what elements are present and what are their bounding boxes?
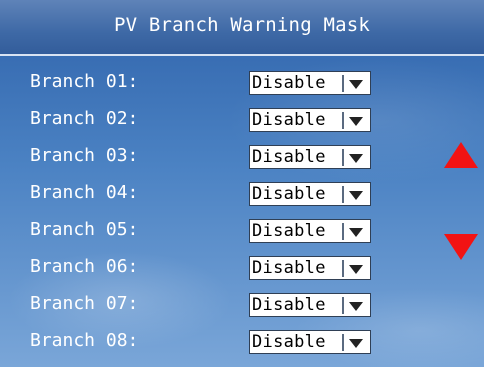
branch-03-select[interactable]: Disable bbox=[249, 145, 371, 169]
branch-label: Branch 02: bbox=[30, 108, 139, 129]
select-divider bbox=[342, 112, 344, 129]
select-divider bbox=[342, 149, 344, 166]
chevron-down-icon[interactable] bbox=[349, 154, 363, 163]
branch-row-05: Branch 05: Disable bbox=[0, 212, 484, 246]
select-divider bbox=[342, 297, 344, 314]
scroll-up-icon[interactable] bbox=[444, 142, 478, 168]
chevron-down-icon[interactable] bbox=[349, 228, 363, 237]
select-divider bbox=[342, 75, 344, 92]
branch-label: Branch 08: bbox=[30, 330, 139, 351]
chevron-down-icon[interactable] bbox=[349, 191, 363, 200]
title-bar: PV Branch Warning Mask bbox=[0, 0, 484, 56]
branch-label: Branch 05: bbox=[30, 219, 139, 240]
branch-label: Branch 01: bbox=[30, 71, 139, 92]
select-value: Disable bbox=[252, 332, 326, 352]
chevron-down-icon[interactable] bbox=[349, 80, 363, 89]
select-value: Disable bbox=[252, 73, 326, 93]
branch-row-01: Branch 01: Disable bbox=[0, 64, 484, 98]
branch-01-select[interactable]: Disable bbox=[249, 71, 371, 95]
chevron-down-icon[interactable] bbox=[349, 339, 363, 348]
branch-row-08: Branch 08: Disable bbox=[0, 323, 484, 357]
select-value: Disable bbox=[252, 221, 326, 241]
branch-row-04: Branch 04: Disable bbox=[0, 175, 484, 209]
select-divider bbox=[342, 334, 344, 351]
chevron-down-icon[interactable] bbox=[349, 265, 363, 274]
select-value: Disable bbox=[252, 147, 326, 167]
branch-row-03: Branch 03: Disable bbox=[0, 138, 484, 172]
branch-row-06: Branch 06: Disable bbox=[0, 249, 484, 283]
chevron-down-icon[interactable] bbox=[349, 302, 363, 311]
branch-row-02: Branch 02: Disable bbox=[0, 101, 484, 135]
branch-05-select[interactable]: Disable bbox=[249, 219, 371, 243]
page-title: PV Branch Warning Mask bbox=[113, 14, 371, 36]
select-divider bbox=[342, 260, 344, 277]
branch-04-select[interactable]: Disable bbox=[249, 182, 371, 206]
branch-08-select[interactable]: Disable bbox=[249, 330, 371, 354]
branch-07-select[interactable]: Disable bbox=[249, 293, 371, 317]
scroll-down-icon[interactable] bbox=[444, 234, 478, 260]
screen: PV Branch Warning Mask Branch 01: Disabl… bbox=[0, 0, 484, 367]
select-divider bbox=[342, 223, 344, 240]
select-value: Disable bbox=[252, 258, 326, 278]
select-value: Disable bbox=[252, 110, 326, 130]
select-value: Disable bbox=[252, 295, 326, 315]
branch-label: Branch 07: bbox=[30, 293, 139, 314]
select-value: Disable bbox=[252, 184, 326, 204]
chevron-down-icon[interactable] bbox=[349, 117, 363, 126]
branch-row-07: Branch 07: Disable bbox=[0, 286, 484, 320]
branch-label: Branch 04: bbox=[30, 182, 139, 203]
select-divider bbox=[342, 186, 344, 203]
branch-label: Branch 03: bbox=[30, 145, 139, 166]
branch-02-select[interactable]: Disable bbox=[249, 108, 371, 132]
branch-06-select[interactable]: Disable bbox=[249, 256, 371, 280]
branch-label: Branch 06: bbox=[30, 256, 139, 277]
